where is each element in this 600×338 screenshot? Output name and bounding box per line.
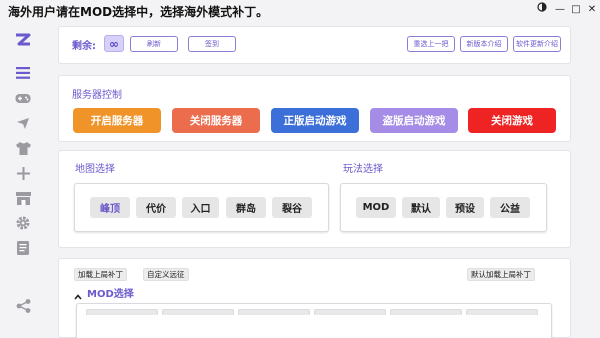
store-icon[interactable]	[14, 189, 32, 207]
chevron-up-icon[interactable]	[73, 287, 83, 300]
map-option-rift[interactable]: 裂谷	[272, 197, 312, 218]
mode-option-charity[interactable]: 公益	[490, 197, 530, 218]
software-update-button[interactable]: 软件更新介绍	[513, 36, 561, 52]
window-title: 海外用户请在MOD选择中，选择海外模式补丁。	[8, 5, 269, 19]
document-icon[interactable]	[14, 239, 32, 257]
mode-option-preset[interactable]: 预设	[446, 197, 484, 218]
airplane-icon[interactable]	[14, 114, 32, 132]
share-icon[interactable]	[14, 297, 32, 315]
mod-item[interactable]	[466, 309, 538, 315]
mod-item[interactable]	[390, 309, 462, 315]
mod-item[interactable]	[314, 309, 386, 315]
default-load-last-patch-toggle[interactable]: 默认加载上局补丁	[467, 268, 535, 281]
sidebar	[0, 22, 46, 338]
minimize-button[interactable]: —	[552, 2, 568, 18]
remaining-value-badge: ∞	[104, 35, 124, 52]
mod-item[interactable]	[162, 309, 234, 315]
map-option-cost[interactable]: 代价	[136, 197, 176, 218]
server-control-title: 服务器控制	[72, 90, 122, 101]
launch-official-game-button[interactable]: 正版启动游戏	[271, 108, 359, 133]
map-option-peak[interactable]: 峰顶	[90, 197, 130, 218]
launch-pirated-game-button[interactable]: 盗版启动游戏	[370, 108, 458, 133]
contrast-icon[interactable]	[534, 2, 550, 18]
close-button[interactable]: ✕	[584, 2, 600, 18]
mode-option-mod[interactable]: MOD	[356, 197, 396, 218]
mod-item[interactable]	[86, 309, 158, 315]
start-server-button[interactable]: 开启服务器	[73, 108, 161, 133]
stop-server-button[interactable]: 关闭服务器	[172, 108, 260, 133]
mode-option-default[interactable]: 默认	[402, 197, 440, 218]
revert-last-button[interactable]: 重选上一把	[407, 36, 455, 52]
shirt-icon[interactable]	[14, 139, 32, 157]
refresh-button[interactable]: 刷新	[130, 36, 178, 52]
mode-select-title: 玩法选择	[343, 164, 383, 175]
mod-section-title: MOD选择	[87, 289, 134, 300]
map-option-islands[interactable]: 群岛	[226, 197, 266, 218]
close-game-button[interactable]: 关闭游戏	[468, 108, 556, 133]
remaining-label: 剩余:	[72, 41, 96, 52]
map-option-entrance[interactable]: 入口	[182, 197, 219, 218]
custom-expedition-button[interactable]: 自定义远征	[143, 268, 189, 281]
gamepad-icon[interactable]	[14, 89, 32, 107]
load-last-patch-button[interactable]: 加载上局补丁	[74, 268, 127, 281]
map-select-title: 地图选择	[75, 164, 115, 175]
list-icon[interactable]	[14, 64, 32, 82]
app-logo	[13, 30, 33, 50]
sign-in-button[interactable]: 签到	[188, 36, 236, 52]
plus-icon[interactable]	[14, 164, 32, 182]
gear-icon[interactable]	[14, 214, 32, 232]
mod-item[interactable]	[238, 309, 310, 315]
new-version-button[interactable]: 新版本介绍	[460, 36, 508, 52]
maximize-button[interactable]: □	[568, 2, 584, 18]
title-bar: 海外用户请在MOD选择中，选择海外模式补丁。 — □ ✕	[0, 0, 600, 22]
